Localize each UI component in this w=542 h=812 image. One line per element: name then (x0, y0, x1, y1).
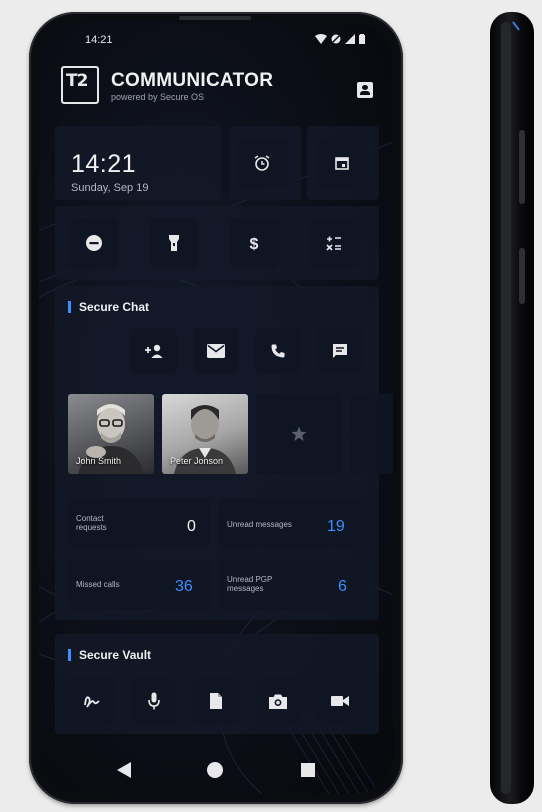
camera-button[interactable] (255, 678, 301, 724)
recents-icon[interactable] (301, 763, 315, 777)
message-button[interactable] (317, 328, 363, 374)
status-bar: 14:21 (39, 22, 393, 56)
status-time: 14:21 (85, 34, 113, 46)
star-icon (291, 426, 307, 441)
flashlight-icon (169, 235, 179, 251)
contact-card-partial[interactable] (350, 394, 393, 474)
message-icon (333, 344, 347, 358)
wifi-icon (315, 34, 327, 44)
currency-button[interactable]: $ (229, 218, 279, 268)
stat-label: Unread PGP messages (227, 575, 273, 593)
app-logo: T2 (61, 66, 99, 104)
do-not-disturb-icon (86, 235, 102, 251)
camera-icon (269, 694, 287, 709)
signal-icon (345, 34, 355, 44)
stat-value: 19 (327, 518, 345, 535)
mail-button[interactable] (193, 328, 239, 374)
contact-name: John Smith (76, 456, 122, 466)
calendar-button[interactable] (317, 138, 367, 188)
stat-label: Contact requests (76, 514, 107, 532)
phone-front: 14:21 T2 COMMUNICATOR powered by Secure … (29, 12, 403, 804)
add-favorite-button[interactable] (256, 394, 342, 474)
video-button[interactable] (317, 678, 363, 724)
document-button[interactable] (193, 678, 239, 724)
mail-icon (207, 344, 225, 358)
profile-icon[interactable] (357, 82, 373, 98)
calendar-icon (335, 157, 349, 170)
screen: 14:21 T2 COMMUNICATOR powered by Secure … (39, 22, 393, 794)
back-icon[interactable] (117, 762, 131, 778)
calculator-button[interactable] (309, 218, 359, 268)
secure-vault-title: Secure Vault (68, 649, 151, 661)
app-subtitle: powered by Secure OS (111, 92, 205, 102)
phone-icon (271, 344, 285, 358)
data-saver-icon (331, 34, 341, 44)
stat-value: 6 (338, 578, 347, 595)
do-not-disturb-button[interactable] (69, 218, 119, 268)
signature-icon (84, 696, 100, 708)
stat-value: 36 (175, 578, 193, 595)
stat-label: Missed calls (76, 580, 120, 589)
navigation-bar (39, 744, 393, 794)
stat-label: Unread messages (227, 520, 292, 529)
home-icon[interactable] (207, 762, 223, 778)
battery-icon (359, 34, 365, 44)
clock-time: 14:21 (71, 150, 137, 178)
microphone-button[interactable] (131, 678, 177, 724)
secure-chat-title: Secure Chat (68, 301, 149, 313)
contact-name: Peter Jonson (170, 456, 224, 466)
add-contact-icon (145, 344, 163, 358)
contact-card-john-smith[interactable]: John Smith (68, 394, 154, 474)
svg-text:$: $ (250, 236, 259, 252)
alarm-icon (254, 155, 270, 171)
video-icon (331, 696, 349, 706)
stat-value: 0 (187, 518, 196, 535)
contact-card-peter-jonson[interactable]: Peter Jonson (162, 394, 248, 474)
calculator-icon (326, 236, 341, 251)
document-icon (210, 693, 222, 709)
alarm-button[interactable] (237, 138, 287, 188)
add-contact-button[interactable] (131, 328, 177, 374)
flashlight-button[interactable] (149, 218, 199, 268)
signature-button[interactable] (69, 678, 115, 724)
dollar-icon: $ (250, 236, 259, 252)
phone-button[interactable] (255, 328, 301, 374)
clock-date: Sunday, Sep 19 (71, 182, 149, 194)
earpiece-speaker (179, 16, 251, 20)
microphone-icon (148, 692, 160, 710)
app-title: COMMUNICATOR (111, 70, 274, 91)
phone-side-view (490, 12, 534, 804)
